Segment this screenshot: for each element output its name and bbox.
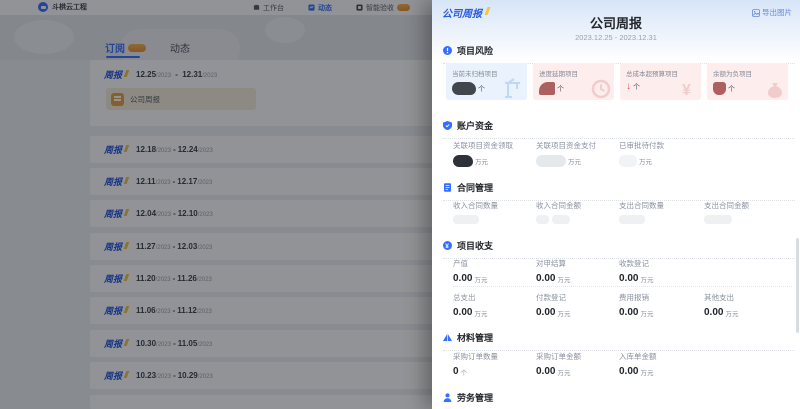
stat-owner-settlement: 对甲结算 0.00万元 xyxy=(536,258,618,284)
risk-card-negative-balance: 余额为负项目 个 xyxy=(707,63,788,100)
card-unit: 个 xyxy=(478,84,485,94)
stat-label: 收入合同数量 xyxy=(453,200,535,211)
risk-card-over-budget: 总成本超预算项目 ↓个 ¥ xyxy=(620,63,701,100)
report-title: 公司周报 xyxy=(432,13,800,32)
down-arrow-icon: ↓ xyxy=(626,82,631,92)
section-contract-mgmt: 合同管理 xyxy=(443,181,795,201)
risk-cards: 当前未归档项目 个 进度延期项目 个 总成本超预算项目 ↓个 ¥ 余额为负项目 … xyxy=(446,63,788,100)
drawer-scrollbar[interactable] xyxy=(796,238,799,333)
stat-payment-register: 付款登记 0.00万元 xyxy=(536,292,618,318)
stat-income-contract-count: 收入合同数量 xyxy=(453,200,535,224)
stat-label: 收入合同金额 xyxy=(536,200,618,211)
stat-expense-reimburse: 费用报销 0.00万元 xyxy=(619,292,701,318)
pyramid-icon xyxy=(443,333,452,342)
stat-fund-paid: 关联项目资金支付 万元 xyxy=(536,140,618,167)
stat-label: 支出合同金额 xyxy=(704,200,786,211)
dim-overlay xyxy=(0,0,432,409)
section-title: 合同管理 xyxy=(457,181,493,194)
section-title: 账户资金 xyxy=(457,119,493,132)
stat-inbound-amount: 入库单金额 0.00万元 xyxy=(619,351,701,377)
stat-label: 总支出 xyxy=(453,292,535,303)
redacted-value xyxy=(713,82,726,95)
stat-total-expense: 总支出 0.00万元 xyxy=(453,292,535,318)
stat-income-contract-amount: 收入合同金额 xyxy=(536,200,618,224)
redacted-value xyxy=(453,155,473,167)
redacted-value xyxy=(704,215,732,224)
redacted-value xyxy=(619,215,645,224)
stat-purchase-order-count: 采购订单数量 0个 xyxy=(453,351,535,377)
warning-icon xyxy=(443,46,452,55)
stat-other-expense: 其他支出 0.00万元 xyxy=(704,292,786,318)
risk-card-unarchived: 当前未归档项目 个 xyxy=(446,63,527,100)
redacted-value xyxy=(453,215,479,224)
coin-icon: ¥ xyxy=(443,241,452,250)
clock-icon xyxy=(591,79,611,99)
stat-label: 关联项目资金支付 xyxy=(536,140,618,151)
moneybag-icon xyxy=(765,79,785,99)
stat-label: 其他支出 xyxy=(704,292,786,303)
stat-label: 关联项目资金领取 xyxy=(453,140,535,151)
stat-label: 对甲结算 xyxy=(536,258,618,269)
section-labor-mgmt: 劳务管理 xyxy=(443,391,795,409)
stat-label: 收款登记 xyxy=(619,258,701,269)
redacted-value xyxy=(619,155,637,167)
card-unit: 个 xyxy=(633,82,640,92)
card-unit: 个 xyxy=(728,84,735,94)
stat-unit: 万元 xyxy=(639,156,652,166)
stat-receipt-register: 收款登记 0.00万元 xyxy=(619,258,701,284)
svg-text:¥: ¥ xyxy=(682,82,691,99)
redacted-value xyxy=(536,155,566,167)
report-date-range: 2023.12.25 - 2023.12.31 xyxy=(432,33,800,42)
card-label: 总成本超预算项目 xyxy=(626,68,695,78)
card-label: 余额为负项目 xyxy=(713,68,782,78)
stat-purchase-order-amount: 采购订单金额 0.00万元 xyxy=(536,351,618,377)
redacted-value xyxy=(552,215,570,224)
stat-label: 已审批待付款 xyxy=(619,140,701,151)
stat-unit: 万元 xyxy=(568,156,581,166)
redacted-value xyxy=(536,215,549,224)
redacted-value xyxy=(452,82,476,95)
yuan-icon: ¥ xyxy=(678,79,698,99)
app-root: 斗栱云工程 工作台 动态 智能验收 订阅 xyxy=(0,0,800,409)
stat-expense-contract-amount: 支出合同金额 xyxy=(704,200,786,224)
section-project-income: ¥ 项目收支 xyxy=(443,239,795,259)
divider xyxy=(453,286,792,287)
section-title: 项目收支 xyxy=(457,239,493,252)
stat-label: 费用报销 xyxy=(619,292,701,303)
section-title: 劳务管理 xyxy=(457,391,493,404)
svg-text:¥: ¥ xyxy=(445,243,449,250)
card-unit: 个 xyxy=(557,84,564,94)
stat-label: 采购订单金额 xyxy=(536,351,618,362)
section-title: 材料管理 xyxy=(457,331,493,344)
stat-label: 付款登记 xyxy=(536,292,618,303)
stat-unit: 万元 xyxy=(475,156,488,166)
shield-icon xyxy=(443,121,452,130)
crane-icon xyxy=(502,77,524,99)
card-label: 进度延期项目 xyxy=(539,68,608,78)
stat-approved-pending: 已审批待付款 万元 xyxy=(619,140,701,167)
person-icon xyxy=(443,393,452,402)
stat-label: 入库单金额 xyxy=(619,351,701,362)
section-account-funds: 账户资金 xyxy=(443,119,795,139)
stat-output-value: 产值 0.00万元 xyxy=(453,258,535,284)
section-material-mgmt: 材料管理 xyxy=(443,331,795,351)
section-project-risk: 项目风险 xyxy=(443,44,795,64)
section-title: 项目风险 xyxy=(457,44,493,57)
redacted-value xyxy=(539,82,555,95)
risk-card-delayed: 进度延期项目 个 xyxy=(533,63,614,100)
stat-label: 采购订单数量 xyxy=(453,351,535,362)
document-icon xyxy=(443,183,452,192)
stat-expense-contract-count: 支出合同数量 xyxy=(619,200,701,224)
stat-label: 产值 xyxy=(453,258,535,269)
company-weekly-report-drawer: 公司周报 导出图片 公司周报 2023.12.25 - 2023.12.31 项… xyxy=(432,0,800,409)
stat-fund-received: 关联项目资金领取 万元 xyxy=(453,140,535,167)
stat-label: 支出合同数量 xyxy=(619,200,701,211)
